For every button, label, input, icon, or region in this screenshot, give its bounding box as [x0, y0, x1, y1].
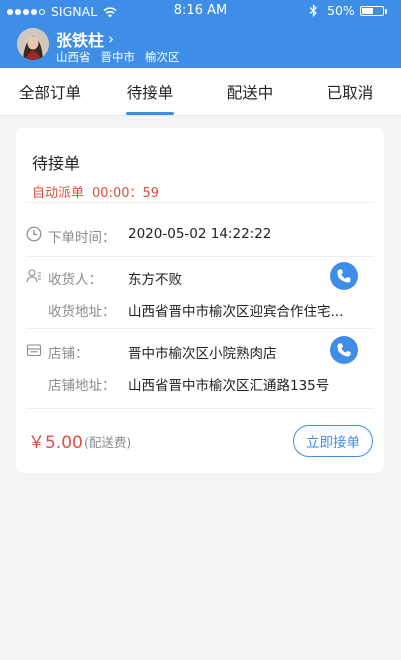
phone-icon	[337, 343, 351, 357]
countdown-timer: 00:00：59	[92, 186, 160, 201]
status-bar: SIGNAL 8:16 AM 50%	[0, 0, 401, 22]
order-tabs: 全部订单 待接单 配送中 已取消	[0, 68, 401, 116]
battery-cap	[385, 9, 387, 14]
battery-percent: 50%	[327, 3, 355, 18]
divider	[26, 202, 374, 203]
receiver-name: 东方不败	[128, 272, 182, 288]
avatar[interactable]	[17, 28, 49, 60]
clock-icon	[26, 226, 42, 242]
person-icon	[26, 269, 41, 283]
order-status-title: 待接单	[32, 154, 81, 173]
bluetooth-icon	[309, 4, 317, 17]
order-card[interactable]: 待接单 自动派单 00:00：59 下单时间： 2020-05-02 14:22…	[16, 128, 384, 473]
order-time-value: 2020-05-02 14:22:22	[128, 226, 272, 242]
tab-delivering[interactable]: 配送中	[200, 81, 300, 103]
receiver-label: 收货人：	[48, 272, 102, 288]
store-address-label: 店铺地址：	[48, 378, 116, 394]
divider	[26, 256, 374, 257]
battery-icon	[360, 6, 387, 16]
receiver-address-label: 收货地址：	[48, 304, 116, 320]
app-header: SIGNAL 8:16 AM 50% 张铁柱 › 山西省 晋中市 榆次区	[0, 0, 401, 68]
call-store-button[interactable]	[330, 336, 358, 364]
user-name: 张铁柱	[56, 31, 105, 50]
store-icon	[26, 344, 42, 357]
divider	[26, 328, 374, 329]
divider	[26, 408, 374, 409]
store-label: 店铺：	[48, 346, 89, 362]
tab-cancelled[interactable]: 已取消	[300, 81, 400, 103]
store-name: 晋中市榆次区小院熟肉店	[128, 346, 277, 362]
order-time-label: 下单时间：	[48, 230, 116, 246]
region-district: 榆次区	[145, 50, 180, 64]
battery-fill	[362, 8, 373, 14]
phone-icon	[337, 269, 351, 283]
avatar-image	[17, 28, 49, 60]
tab-all-orders[interactable]: 全部订单	[0, 81, 100, 103]
region-province: 山西省	[56, 50, 91, 64]
tab-pending[interactable]: 待接单	[100, 81, 200, 103]
accept-order-button[interactable]: 立即接单	[293, 425, 373, 457]
auto-dispatch-label: 自动派单	[32, 186, 85, 201]
user-region: 山西省 晋中市 榆次区	[56, 49, 190, 65]
store-address: 山西省晋中市榆次区汇通路135号	[128, 378, 330, 394]
chevron-right-icon: ›	[108, 30, 115, 48]
call-receiver-button[interactable]	[330, 262, 358, 290]
user-profile-link[interactable]: 张铁柱 ›	[56, 27, 114, 51]
auto-dispatch-row: 自动派单 00:00：59	[32, 182, 159, 201]
region-city: 晋中市	[100, 50, 136, 64]
active-tab-indicator	[126, 112, 174, 115]
delivery-fee-amount: ￥5.00	[28, 433, 83, 453]
delivery-fee-note: (配送费)	[84, 435, 132, 450]
receiver-address: 山西省晋中市榆次区迎宾合作住宅...	[128, 304, 344, 320]
